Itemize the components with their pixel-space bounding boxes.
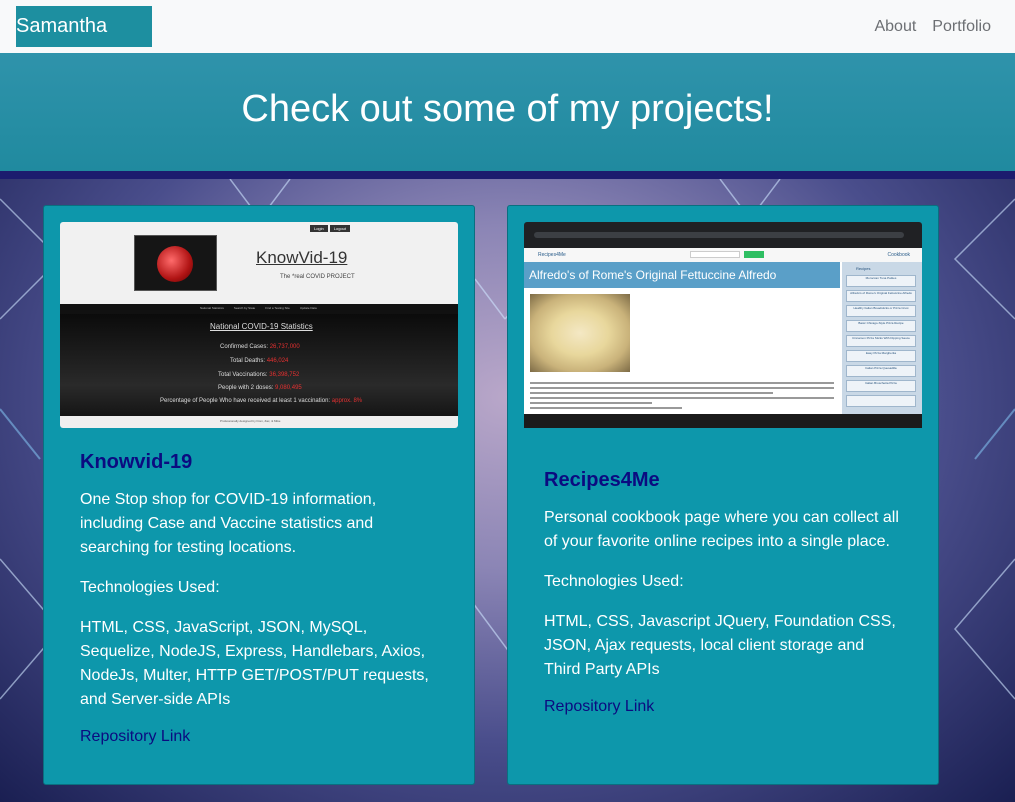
screenshot-sidebar-item: Easy Pizza Margherita — [846, 350, 916, 362]
screenshot-stat: People with 2 doses: 9,080,495 — [218, 385, 302, 391]
screenshot-brand: Recipes4Me — [538, 252, 566, 258]
virus-image — [134, 235, 217, 291]
screenshot-footer: Professionally designed by Dom, Zac, & M… — [220, 419, 281, 423]
card-body: Knowvid-19 One Stop shop for COVID-19 in… — [80, 451, 438, 746]
screenshot-sidebar-item: Cinnamon Pizza Sticks With Dipping Sauce — [846, 335, 916, 347]
screenshot-sidebar-item: Italian Bruschetta Pizza — [846, 380, 916, 392]
project-title: Recipes4Me — [544, 469, 660, 491]
screenshot-sidebar-item: Healthy Italian Breadsticks or Pizza Cru… — [846, 305, 916, 317]
project-description: One Stop shop for COVID-19 information, … — [80, 491, 377, 556]
screenshot-logo: KnowVid-19 — [256, 248, 348, 267]
card-body: Recipes4Me Personal cookbook page where … — [544, 469, 902, 716]
repository-link[interactable]: Repository Link — [544, 698, 654, 716]
project-card-knowvid: Login Logout KnowVid-19 The *real COVID … — [43, 205, 475, 785]
screenshot-stats-title: National COVID-19 Statistics — [210, 322, 313, 331]
hero-banner: Check out some of my projects! — [0, 53, 1015, 171]
screenshot-recipe-title: Alfredo's of Rome's Original Fettuccine … — [524, 262, 840, 288]
screenshot-subtitle: The *real COVID PROJECT — [280, 274, 355, 280]
screenshot-nav: National Statistics Search by State Find… — [200, 306, 317, 310]
project-description: Personal cookbook page where you can col… — [544, 509, 899, 550]
screenshot-search — [690, 251, 740, 258]
screenshot-cookbook: Cookbook — [887, 252, 910, 258]
project-card-recipes: Recipes4Me Cookbook Alfredo's of Rome's … — [507, 205, 939, 785]
nav-links: About Portfolio — [874, 18, 999, 36]
screenshot-sidebar-item: Italian Pizza Quesadilla — [846, 365, 916, 377]
page-title: Check out some of my projects! — [241, 87, 774, 130]
brand-link[interactable]: Samantha Funk — [16, 6, 152, 78]
screenshot-sidebar-item: Moroccan Tuna Patties — [846, 275, 916, 287]
technologies-heading: Technologies Used: — [80, 579, 220, 596]
repository-link[interactable]: Repository Link — [80, 728, 190, 746]
project-title: Knowvid-19 — [80, 451, 193, 473]
screenshot-search-button — [744, 251, 764, 258]
fettuccine-image — [530, 294, 630, 372]
screenshot-taskbar — [524, 414, 922, 428]
technologies-heading: Technologies Used: — [544, 573, 684, 590]
screenshot-sidebar-item: Basic Chicago-Style Pizza Recipe — [846, 320, 916, 332]
project-screenshot-recipes: Recipes4Me Cookbook Alfredo's of Rome's … — [524, 222, 922, 446]
screenshot-logout-button: Logout — [329, 225, 350, 232]
technologies-list: HTML, CSS, JavaScript, JSON, MySQL, Sequ… — [80, 619, 429, 708]
nav-link-about[interactable]: About — [874, 18, 916, 36]
navbar: Samantha Funk About Portfolio — [0, 0, 1015, 78]
screenshot-stat: Total Deaths: 446,024 — [230, 358, 289, 364]
screenshot-sidebar-heading: Recipes — [856, 266, 871, 271]
screenshot-sidebar-item: Alfredo's of Rome's Original Fettuccine … — [846, 290, 916, 302]
project-screenshot-knowvid: Login Logout KnowVid-19 The *real COVID … — [60, 222, 458, 428]
nav-link-portfolio[interactable]: Portfolio — [932, 18, 991, 36]
technologies-list: HTML, CSS, Javascript JQuery, Foundation… — [544, 613, 896, 678]
hero-divider — [0, 171, 1015, 179]
screenshot-stat: Percentage of People Who have received a… — [160, 398, 363, 404]
screenshot-stat: Confirmed Cases: 26,737,000 — [220, 344, 300, 350]
screenshot-login-button: Login — [309, 225, 328, 232]
screenshot-stat: Total Vaccinations: 36,398,752 — [218, 372, 300, 378]
